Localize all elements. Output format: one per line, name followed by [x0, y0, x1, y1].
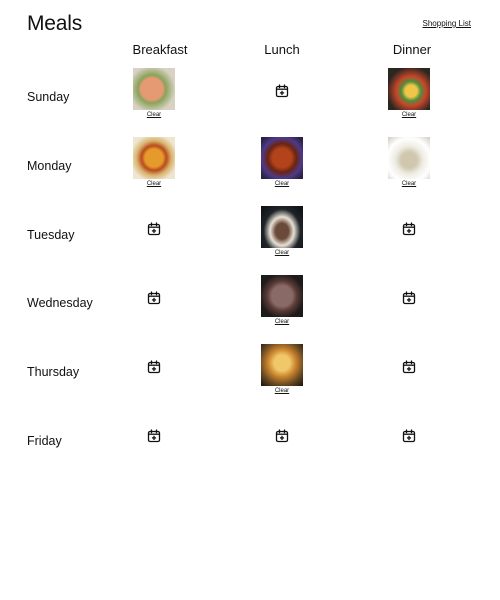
- meal-cell-monday-lunch: Clear: [252, 137, 312, 195]
- meal-cell-wednesday-dinner: [379, 275, 439, 333]
- clear-link[interactable]: Clear: [252, 181, 312, 187]
- page-title: Meals: [27, 12, 83, 35]
- roast-chicken-photo[interactable]: [261, 344, 303, 386]
- meal-cell-thursday-dinner: [379, 344, 439, 402]
- meal-cell-monday-breakfast: Clear: [124, 137, 184, 195]
- sliced-beef-photo[interactable]: [261, 275, 303, 317]
- clear-link[interactable]: Clear: [124, 181, 184, 187]
- day-label-sunday: Sunday: [27, 90, 70, 104]
- calendar-plus-icon[interactable]: [147, 429, 161, 443]
- calendar-plus-icon[interactable]: [275, 84, 289, 98]
- calendar-plus-icon[interactable]: [147, 291, 161, 305]
- meal-cell-tuesday-dinner: [379, 206, 439, 264]
- calendar-plus-icon[interactable]: [147, 222, 161, 236]
- clear-link[interactable]: Clear: [252, 388, 312, 394]
- veggie-salad-photo[interactable]: [388, 68, 430, 110]
- meal-cell-tuesday-breakfast: [124, 206, 184, 264]
- day-label-monday: Monday: [27, 159, 72, 173]
- stew-bowl-photo[interactable]: [133, 137, 175, 179]
- meal-cell-sunday-dinner: Clear: [379, 68, 439, 126]
- clear-link[interactable]: Clear: [379, 112, 439, 118]
- glazed-ribs-photo[interactable]: [261, 137, 303, 179]
- calendar-plus-icon[interactable]: [402, 429, 416, 443]
- column-header-dinner: Dinner: [392, 42, 432, 57]
- creamy-soup-photo[interactable]: [388, 137, 430, 179]
- calendar-plus-icon[interactable]: [147, 360, 161, 374]
- meal-cell-thursday-lunch: Clear: [252, 344, 312, 402]
- meal-cell-friday-breakfast: [124, 413, 184, 471]
- meal-cell-friday-lunch: [252, 413, 312, 471]
- calendar-plus-icon[interactable]: [275, 429, 289, 443]
- calendar-plus-icon[interactable]: [402, 222, 416, 236]
- day-label-friday: Friday: [27, 434, 62, 448]
- clear-link[interactable]: Clear: [252, 319, 312, 325]
- column-header-breakfast: Breakfast: [132, 42, 188, 57]
- calendar-plus-icon[interactable]: [402, 360, 416, 374]
- salmon-herb-photo[interactable]: [133, 68, 175, 110]
- day-label-thursday: Thursday: [27, 365, 80, 379]
- clear-link[interactable]: Clear: [124, 112, 184, 118]
- column-header-lunch: Lunch: [264, 42, 300, 57]
- meal-cell-friday-dinner: [379, 413, 439, 471]
- day-label-tuesday: Tuesday: [27, 228, 75, 242]
- meal-cell-sunday-lunch: [252, 68, 312, 126]
- calendar-plus-icon[interactable]: [402, 291, 416, 305]
- meal-cell-thursday-breakfast: [124, 344, 184, 402]
- shopping-list-link[interactable]: Shopping List: [423, 19, 471, 28]
- meal-cell-sunday-breakfast: Clear: [124, 68, 184, 126]
- clear-link[interactable]: Clear: [252, 250, 312, 256]
- day-label-wednesday: Wednesday: [27, 296, 93, 310]
- clear-link[interactable]: Clear: [379, 181, 439, 187]
- meal-cell-wednesday-lunch: Clear: [252, 275, 312, 333]
- meal-cell-tuesday-lunch: Clear: [252, 206, 312, 264]
- steak-plate-photo[interactable]: [261, 206, 303, 248]
- meal-cell-monday-dinner: Clear: [379, 137, 439, 195]
- meal-cell-wednesday-breakfast: [124, 275, 184, 333]
